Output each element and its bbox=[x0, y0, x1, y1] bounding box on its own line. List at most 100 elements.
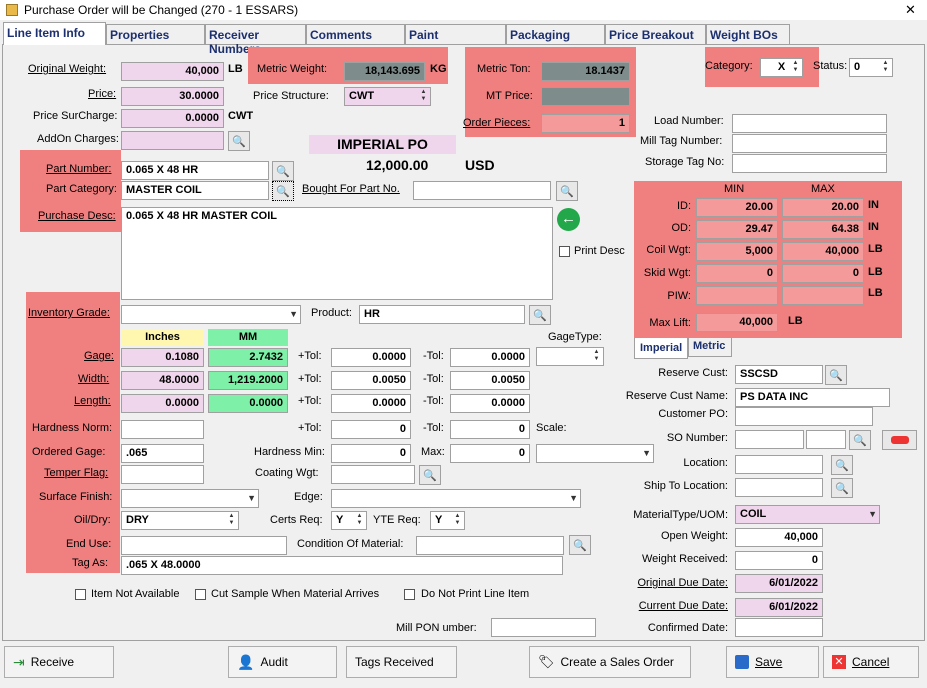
tab-line-item-info[interactable]: Line Item Info bbox=[3, 22, 106, 45]
width-inches-field[interactable]: 48.0000 bbox=[121, 371, 204, 390]
chevron-down-icon[interactable]: ▼ bbox=[569, 493, 578, 503]
length-ptol-field[interactable]: 0.0000 bbox=[331, 394, 411, 413]
spinner-icon[interactable]: ▲ ▼ bbox=[418, 89, 429, 104]
ship-to-search-icon[interactable]: 🔍 bbox=[831, 478, 853, 498]
weight-received-field[interactable]: 0 bbox=[735, 551, 823, 570]
category-select[interactable]: X ▲ ▼ bbox=[760, 58, 803, 77]
spinner-icon[interactable]: ▲ ▼ bbox=[354, 513, 365, 528]
condition-field[interactable] bbox=[416, 536, 564, 555]
chevron-down-icon[interactable]: ▼ bbox=[289, 309, 298, 319]
id-min-field[interactable]: 20.00 bbox=[696, 198, 778, 217]
yte-req-select[interactable]: Y ▲ ▼ bbox=[430, 511, 465, 530]
tab-price-breakout[interactable]: Price Breakout bbox=[605, 24, 706, 44]
temper-flag-field[interactable] bbox=[121, 465, 204, 484]
customer-po-field[interactable] bbox=[735, 407, 873, 426]
ship-to-field[interactable] bbox=[735, 478, 823, 497]
original-due-date-field[interactable]: 6/01/2022 bbox=[735, 574, 823, 593]
width-mm-field[interactable]: 1,219.2000 bbox=[208, 371, 288, 390]
coil-max-field[interactable]: 40,000 bbox=[782, 242, 864, 261]
addon-search-icon[interactable]: 🔍 bbox=[228, 131, 250, 151]
width-mtol-field[interactable]: 0.0050 bbox=[450, 371, 530, 390]
skid-min-field[interactable]: 0 bbox=[696, 264, 778, 283]
tab-receiver-numbers[interactable]: Receiver Numbers bbox=[205, 24, 306, 56]
edge-select[interactable]: ▼ bbox=[331, 489, 581, 508]
cancel-button[interactable]: ✕ Cancel bbox=[823, 646, 919, 678]
inventory-grade-select[interactable]: ▼ bbox=[121, 305, 301, 324]
chevron-down-icon[interactable]: ▼ bbox=[247, 493, 256, 503]
hardness-ptol-field[interactable]: 0 bbox=[331, 420, 411, 439]
material-type-select[interactable]: COIL ▼ bbox=[735, 505, 880, 524]
part-category-field[interactable]: MASTER COIL bbox=[121, 181, 269, 200]
so-line-field[interactable] bbox=[806, 430, 846, 449]
print-desc-checkbox[interactable] bbox=[559, 246, 570, 257]
bought-for-search-icon[interactable]: 🔍 bbox=[556, 181, 578, 201]
tab-metric[interactable]: Metric bbox=[688, 338, 732, 357]
bought-for-field[interactable] bbox=[413, 181, 551, 200]
hardness-max-field[interactable]: 0 bbox=[450, 444, 530, 463]
orig-weight-field[interactable]: 40,000 bbox=[121, 62, 224, 81]
addon-field[interactable] bbox=[121, 131, 224, 150]
condition-search-icon[interactable]: 🔍 bbox=[569, 535, 591, 555]
gage-mtol-field[interactable]: 0.0000 bbox=[450, 348, 530, 367]
so-number-field[interactable] bbox=[735, 430, 804, 449]
tab-imperial[interactable]: Imperial bbox=[634, 338, 688, 359]
product-search-icon[interactable]: 🔍 bbox=[529, 305, 551, 325]
spinner-icon[interactable]: ▲ ▼ bbox=[790, 60, 801, 75]
save-button[interactable]: Save bbox=[726, 646, 819, 678]
location-field[interactable] bbox=[735, 455, 823, 474]
tab-paint[interactable]: Paint bbox=[405, 24, 506, 44]
spinner-icon[interactable]: ▲ ▼ bbox=[880, 60, 891, 75]
back-arrow-icon[interactable]: ← bbox=[557, 208, 580, 231]
hardness-mtol-field[interactable]: 0 bbox=[450, 420, 530, 439]
end-use-field[interactable] bbox=[121, 536, 287, 555]
tags-received-button[interactable]: Tags Received bbox=[346, 646, 457, 678]
create-sales-order-button[interactable]: 🏷 Create a Sales Order bbox=[529, 646, 691, 678]
do-not-print-checkbox[interactable] bbox=[404, 589, 415, 600]
mill-tag-field[interactable] bbox=[732, 134, 887, 153]
width-ptol-field[interactable]: 0.0050 bbox=[331, 371, 411, 390]
load-number-field[interactable] bbox=[732, 114, 887, 133]
gage-ptol-field[interactable]: 0.0000 bbox=[331, 348, 411, 367]
certs-req-select[interactable]: Y ▲ ▼ bbox=[331, 511, 367, 530]
price-field[interactable]: 30.0000 bbox=[121, 87, 224, 106]
tag-as-field[interactable]: .065 X 48.0000 bbox=[121, 556, 563, 575]
reserve-cust-search-icon[interactable]: 🔍 bbox=[825, 365, 847, 385]
tab-weight-bos[interactable]: Weight BOs bbox=[706, 24, 790, 44]
gage-type-select[interactable]: ▲ ▼ bbox=[536, 347, 604, 366]
ordered-gage-field[interactable]: .065 bbox=[121, 444, 204, 463]
current-due-date-field[interactable]: 6/01/2022 bbox=[735, 598, 823, 617]
location-search-icon[interactable]: 🔍 bbox=[831, 455, 853, 475]
purchase-desc-textarea[interactable]: 0.065 X 48 HR MASTER COIL bbox=[121, 207, 553, 300]
oil-dry-select[interactable]: DRY ▲ ▼ bbox=[121, 511, 239, 530]
od-min-field[interactable]: 29.47 bbox=[696, 220, 778, 239]
reserve-cust-name-field[interactable]: PS DATA INC bbox=[735, 388, 890, 407]
coating-search-icon[interactable]: 🔍 bbox=[419, 465, 441, 485]
tab-packaging[interactable]: Packaging bbox=[506, 24, 605, 44]
confirmed-date-field[interactable] bbox=[735, 618, 823, 637]
length-mtol-field[interactable]: 0.0000 bbox=[450, 394, 530, 413]
item-not-available-checkbox[interactable] bbox=[75, 589, 86, 600]
so-search-icon[interactable]: 🔍 bbox=[849, 430, 871, 450]
spinner-icon[interactable]: ▲ ▼ bbox=[452, 513, 463, 528]
surface-finish-select[interactable]: ▼ bbox=[121, 489, 259, 508]
max-lift-field[interactable]: 40,000 bbox=[696, 313, 778, 332]
clear-so-icon[interactable] bbox=[882, 430, 917, 450]
part-search-icon[interactable]: 🔍 bbox=[272, 161, 294, 181]
coating-wgt-field[interactable] bbox=[331, 465, 415, 484]
gage-mm-field[interactable]: 2.7432 bbox=[208, 348, 288, 367]
coil-min-field[interactable]: 5,000 bbox=[696, 242, 778, 261]
chevron-down-icon[interactable]: ▼ bbox=[868, 509, 877, 519]
cut-sample-checkbox[interactable] bbox=[195, 589, 206, 600]
hardness-norm-field[interactable] bbox=[121, 420, 204, 439]
spinner-icon[interactable]: ▲ ▼ bbox=[226, 513, 237, 528]
id-max-field[interactable]: 20.00 bbox=[782, 198, 864, 217]
spinner-icon[interactable]: ▲ ▼ bbox=[591, 349, 602, 364]
tab-properties[interactable]: Properties bbox=[106, 24, 205, 44]
tab-comments[interactable]: Comments bbox=[306, 24, 405, 44]
hardness-min-field[interactable]: 0 bbox=[331, 444, 411, 463]
price-structure-select[interactable]: CWT ▲ ▼ bbox=[344, 87, 431, 106]
reserve-cust-field[interactable]: SSCSD bbox=[735, 365, 823, 384]
piw-min-field[interactable] bbox=[696, 286, 778, 305]
length-mm-field[interactable]: 0.0000 bbox=[208, 394, 288, 413]
storage-tag-field[interactable] bbox=[732, 154, 887, 173]
